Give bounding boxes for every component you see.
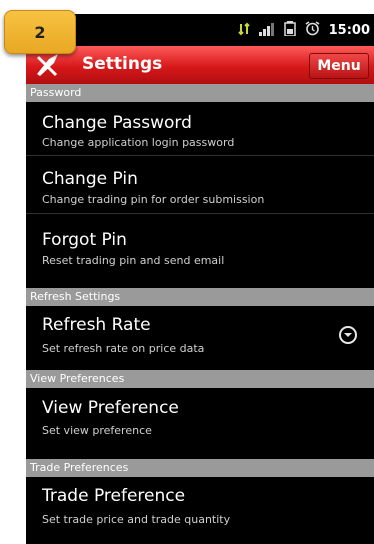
section-header-trade-preferences: Trade Preferences — [26, 459, 374, 477]
item-title: Trade Preference — [42, 486, 186, 506]
alarm-icon — [305, 21, 320, 40]
item-subtitle: Reset trading pin and send email — [42, 254, 225, 267]
step-badge: 2 — [4, 10, 76, 54]
status-bar: 15:00 — [26, 14, 374, 46]
section-header-view-preferences: View Preferences — [26, 370, 374, 388]
item-subtitle: Set trade price and trade quantity — [42, 513, 231, 526]
change-password-item[interactable]: Change Password Change application login… — [26, 102, 374, 155]
section-header-refresh-settings: Refresh Settings — [26, 288, 374, 306]
phone-screen: 15:00 Settings Menu Password Change Pass… — [26, 14, 374, 544]
item-title: Change Password — [42, 113, 192, 133]
item-subtitle: Change application login password — [42, 136, 235, 149]
status-icons: 15:00 — [237, 21, 370, 40]
item-subtitle: Set view preference — [42, 424, 152, 437]
item-title: Forgot Pin — [42, 230, 127, 250]
status-time: 15:00 — [328, 23, 370, 38]
section-header-password: Password — [26, 84, 374, 102]
refresh-rate-item[interactable]: Refresh Rate Set refresh rate on price d… — [26, 306, 374, 368]
title-bar: Settings Menu — [26, 46, 374, 84]
network-activity-icon — [237, 21, 250, 40]
menu-button[interactable]: Menu — [309, 53, 369, 79]
signal-strength-icon — [258, 21, 275, 40]
item-title: View Preference — [42, 398, 179, 418]
item-title: Change Pin — [42, 169, 138, 189]
view-preference-item[interactable]: View Preference Set view preference — [26, 388, 374, 450]
item-subtitle: Set refresh rate on price data — [42, 342, 205, 355]
page-title: Settings — [82, 54, 163, 74]
app-logo-icon — [34, 51, 62, 79]
trade-preference-item[interactable]: Trade Preference Set trade price and tra… — [26, 477, 374, 539]
forgot-pin-item[interactable]: Forgot Pin Reset trading pin and send em… — [26, 214, 374, 271]
battery-icon — [283, 21, 296, 40]
dropdown-chevron-icon[interactable] — [338, 325, 358, 345]
item-subtitle: Change trading pin for order submission — [42, 193, 265, 206]
change-pin-item[interactable]: Change Pin Change trading pin for order … — [26, 156, 374, 213]
item-title: Refresh Rate — [42, 315, 151, 335]
